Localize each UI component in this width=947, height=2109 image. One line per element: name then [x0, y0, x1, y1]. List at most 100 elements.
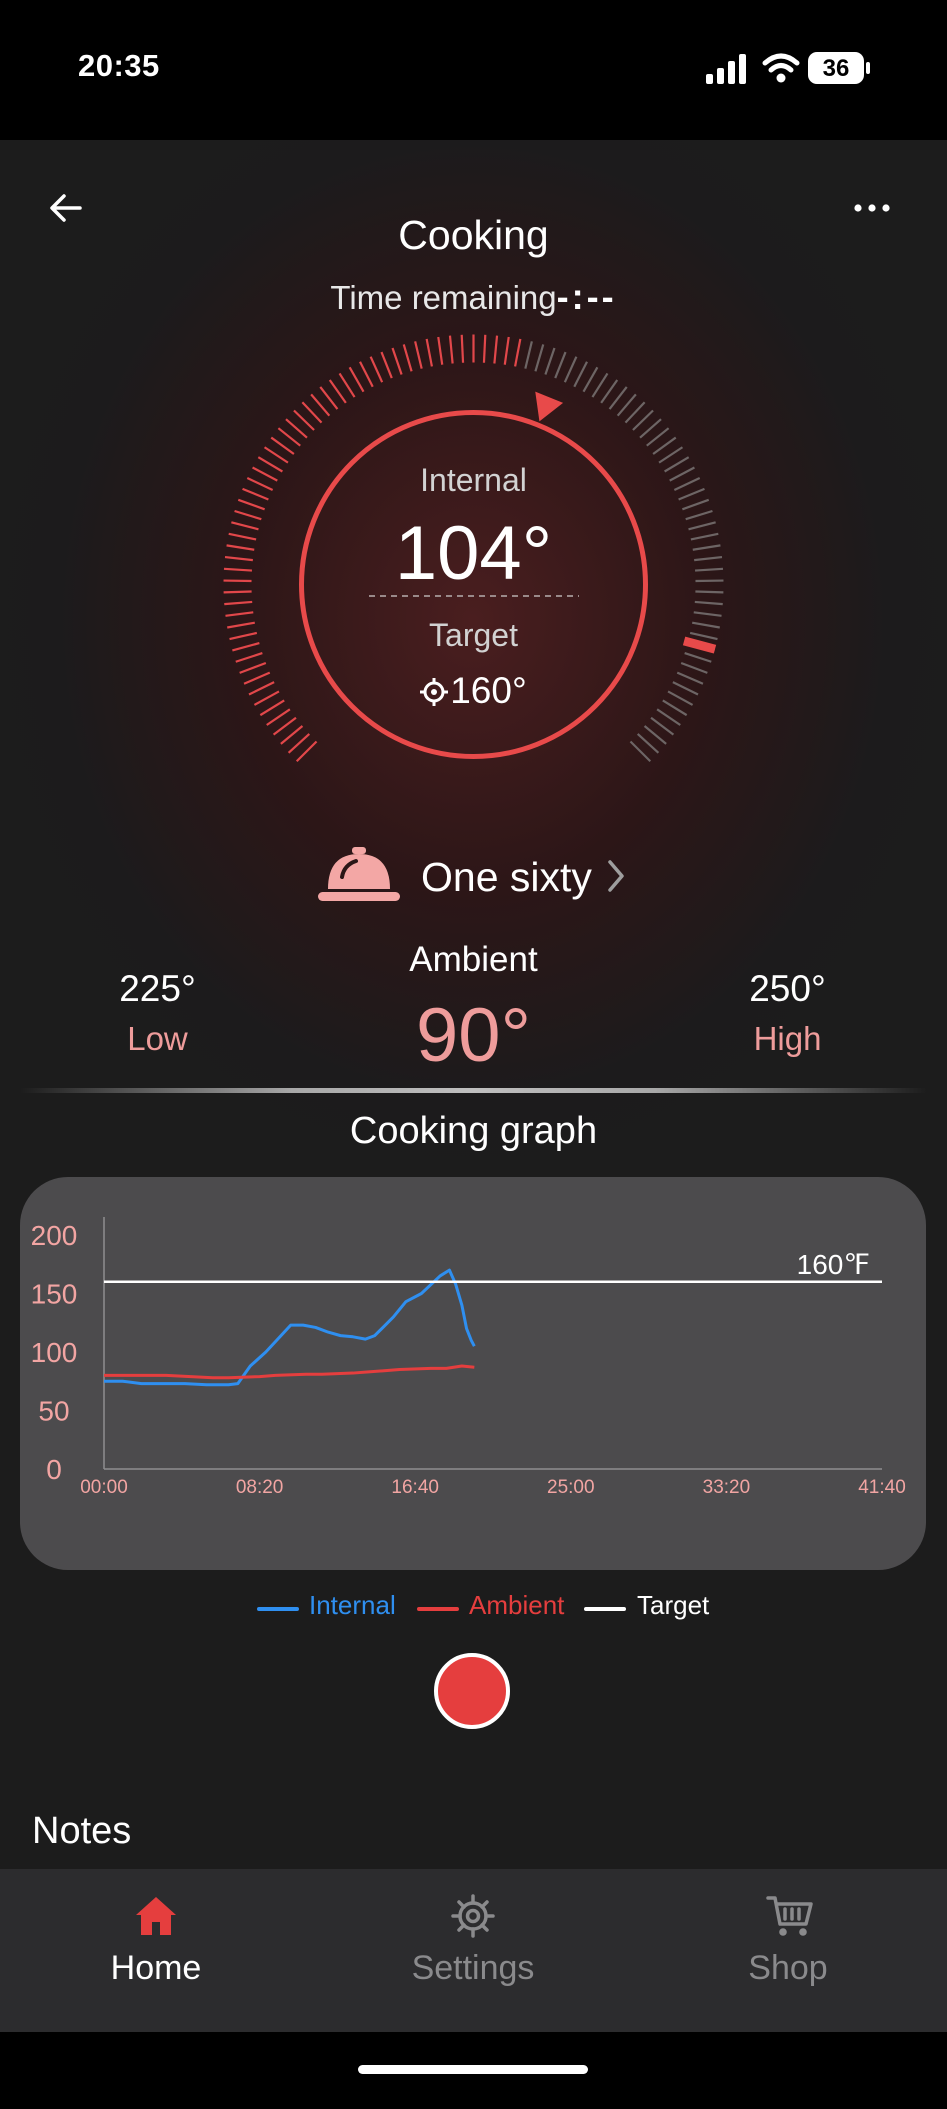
preset-selector[interactable]: One sixty: [0, 845, 947, 905]
gauge-tick: [425, 338, 433, 367]
nav-label-home: Home: [110, 1949, 202, 1987]
graph-title: Cooking graph: [349, 1110, 598, 1152]
chevron-right-icon: [608, 860, 624, 892]
gauge-tick: [319, 386, 339, 410]
gauge-tick: [328, 379, 347, 404]
preset-name: One sixty: [421, 854, 592, 900]
high-label: High: [753, 1020, 822, 1057]
gauge-tick: [482, 334, 487, 363]
legend-swatch-internal: [257, 1607, 299, 1611]
gauge-tick: [600, 379, 619, 404]
gauge-tick: [310, 393, 331, 417]
home-indicator[interactable]: [358, 2065, 588, 2074]
gauge-tick: [348, 366, 365, 393]
y-tick-label: 150: [31, 1279, 78, 1310]
gauge-tick: [624, 401, 646, 424]
nav-label-settings: Settings: [411, 1949, 535, 1987]
gauge-tick: [643, 725, 667, 745]
x-tick-label: 00:00: [80, 1477, 128, 1498]
gauge-needle-marker: [535, 391, 564, 422]
gauge-tick: [544, 347, 556, 375]
gauge-tick: [338, 372, 356, 398]
wifi-icon: [762, 53, 800, 83]
gauge-tick: [652, 436, 677, 455]
internal-label: Internal: [420, 462, 527, 498]
gauge-tick: [608, 386, 628, 410]
status-time: 20:35: [78, 48, 160, 83]
x-tick-label: 41:40: [858, 1477, 906, 1498]
battery-level: 36: [822, 55, 850, 82]
gauge-tick: [514, 338, 522, 367]
gauge-tick: [295, 740, 318, 763]
y-tick-label: 100: [31, 1337, 78, 1368]
gauge-tick: [534, 344, 545, 372]
notes-heading: Notes: [32, 1810, 132, 1852]
gauge-tick: [359, 361, 374, 388]
time-remaining: Time remaining-:--: [0, 276, 947, 318]
gauge-tick: [629, 740, 652, 763]
gauge-tick: [573, 361, 588, 388]
gauge-tick: [448, 335, 454, 364]
cloche-icon: [318, 847, 400, 901]
nav-item-settings[interactable]: Settings: [348, 1869, 598, 2032]
home-icon: [136, 1897, 176, 1935]
battery-icon: 36: [808, 52, 864, 84]
crosshair-icon: [420, 678, 449, 706]
gauge-tick: [224, 600, 253, 606]
x-tick-label: 08:20: [236, 1477, 284, 1498]
series-line-ambient: [104, 1364, 475, 1380]
gauge-tick: [293, 409, 315, 431]
gauge-tick: [237, 498, 265, 511]
cooking-screen: Cooking Time remaining-:-- Internal 104°…: [0, 140, 947, 1870]
cooking-graph: 0 50 100 150 200 00:00 08:20 16:40 25:00 33:20 41:…: [31, 1217, 906, 1498]
gauge-tick: [563, 356, 578, 383]
gauge-tick: [616, 393, 637, 417]
record-button[interactable]: [434, 1653, 510, 1729]
target-label: Target: [429, 617, 518, 653]
gauge-tick: [682, 498, 710, 511]
gauge-tick: [650, 716, 675, 736]
x-tick-label: 25:00: [547, 1477, 595, 1498]
cellular-signal-icon: [706, 54, 746, 84]
gauge-tick: [402, 344, 413, 372]
y-tick-label: 200: [31, 1220, 78, 1251]
gauge-tick: [277, 427, 301, 447]
cooking-graph-card: 0 50 100 150 200 00:00 08:20 16:40 25:00 33:20 41:…: [20, 1177, 926, 1570]
gauge-tick: [460, 334, 465, 363]
gauge-tick: [524, 341, 533, 369]
graph-legend: Internal Ambient Target: [0, 1590, 947, 1630]
gauge-tick: [554, 351, 567, 379]
gauge-tick: [280, 725, 304, 745]
high-temperature: 250°: [749, 968, 826, 1009]
gear-icon: [451, 1894, 495, 1938]
legend-label-target: Target: [637, 1590, 710, 1620]
gauge-tick: [694, 600, 723, 606]
gauge-tick: [582, 366, 599, 393]
gauge-tick: [235, 652, 263, 663]
gauge-tick: [369, 356, 384, 383]
gauge-tick: [658, 446, 684, 464]
status-bar: 20:35 36: [0, 0, 947, 140]
page-title: Cooking: [398, 212, 549, 258]
legend-label-ambient: Ambient: [469, 1590, 565, 1620]
legend-swatch-ambient: [417, 1607, 459, 1611]
gauge-tick: [639, 418, 662, 439]
internal-temperature: 104°: [394, 511, 553, 596]
gauge-tick: [270, 436, 295, 455]
gauge-tick: [287, 733, 311, 754]
gauge-tick: [636, 733, 660, 754]
nav-item-home[interactable]: Home: [31, 1869, 281, 2032]
gauge-tick: [632, 409, 654, 431]
gauge-tick: [285, 418, 308, 439]
gauge-tick: [503, 336, 510, 365]
target-temperature: 160°: [0, 670, 947, 712]
nav-label-shop: Shop: [748, 1949, 828, 1987]
gauge-tick: [301, 401, 323, 424]
gauge-tick: [263, 446, 289, 464]
gauge-tick: [591, 372, 609, 398]
gauge-tick: [684, 652, 712, 663]
y-tick-label: 0: [46, 1454, 62, 1485]
gauge-tick: [225, 611, 254, 617]
nav-item-shop[interactable]: Shop: [663, 1869, 913, 2032]
bottom-navigation: Home Settings Shop: [0, 1869, 947, 2032]
